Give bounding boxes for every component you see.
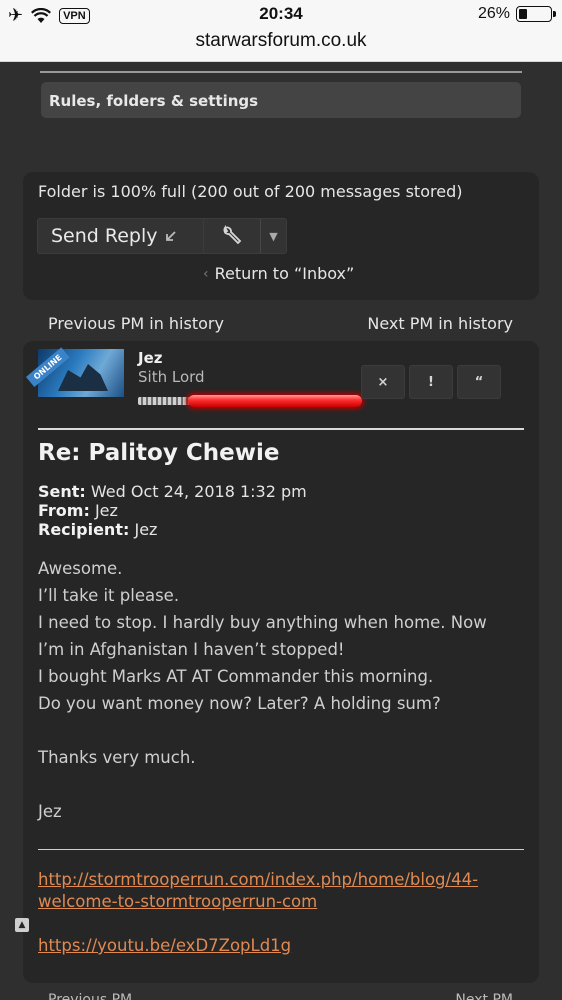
exclamation-icon: !: [428, 374, 434, 390]
body-line: Awesome.: [38, 559, 123, 578]
lightsaber-rank-image: [138, 394, 363, 408]
body-line: I bought Marks AT AT Commander this morn…: [38, 667, 434, 686]
return-to-inbox-link[interactable]: ‹ Return to “Inbox”: [203, 264, 354, 283]
from-row: From: Jez: [38, 501, 118, 520]
signature-divider: [38, 849, 524, 850]
return-label: Return to “Inbox”: [214, 264, 355, 283]
chevron-down-icon: ▼: [260, 219, 286, 253]
browser-top-bar: ✈ VPN 20:34 26% starwarsforum.co.uk: [0, 0, 562, 62]
battery-percent: 26%: [477, 5, 510, 22]
sent-value: Wed Oct 24, 2018 1:32 pm: [90, 482, 307, 501]
previous-pm-link[interactable]: Previous PM in history: [48, 314, 224, 333]
message-subject: Re: Palitoy Chewie: [38, 440, 280, 466]
next-pm-link[interactable]: Next PM in history: [367, 314, 513, 333]
recipient-value[interactable]: Jez: [134, 520, 157, 539]
send-reply-button[interactable]: Send Reply: [37, 218, 218, 254]
send-reply-label: Send Reply: [51, 225, 158, 247]
sent-row: Sent: Wed Oct 24, 2018 1:32 pm: [38, 482, 307, 501]
body-line: Thanks very much.: [38, 748, 196, 767]
body-line: I’ll take it please.: [38, 586, 180, 605]
status-bar: ✈ VPN 20:34 26%: [0, 0, 562, 30]
sent-label: Sent:: [38, 482, 86, 501]
body-line: I’m in Afghanistan I haven’t stopped!: [38, 640, 345, 659]
divider: [38, 428, 524, 430]
rules-folders-settings-bar[interactable]: Rules, folders & settings: [41, 82, 521, 118]
signature-link[interactable]: http://stormtrooperrun.com/index.php/hom…: [38, 870, 478, 889]
close-icon: ×: [377, 374, 389, 390]
quote-icon: “: [474, 374, 484, 390]
message-panel: ONLINE Jez Sith Lord × ! “ Re: Palitoy C…: [23, 341, 539, 983]
recipient-label: Recipient:: [38, 520, 130, 539]
previous-pm-bottom[interactable]: Previous PM: [48, 992, 132, 1000]
folder-panel: Folder is 100% full (200 out of 200 mess…: [23, 172, 539, 300]
wrench-icon: [223, 225, 242, 245]
body-line: Jez: [38, 802, 62, 821]
quote-button[interactable]: “: [457, 365, 501, 399]
back-to-top-icon[interactable]: ▲: [15, 918, 29, 932]
reply-arrow-icon: [165, 231, 176, 241]
divider: [40, 71, 522, 73]
body-line: Do you want money now? Later? A holding …: [38, 694, 441, 713]
signature-link[interactable]: welcome-to-stormtrooperrun-com: [38, 892, 317, 911]
delete-button[interactable]: ×: [361, 365, 405, 399]
report-button[interactable]: !: [409, 365, 453, 399]
battery-icon: [516, 6, 556, 22]
from-label: From:: [38, 501, 90, 520]
recipient-row: Recipient: Jez: [38, 520, 157, 539]
author-rank: Sith Lord: [138, 368, 205, 386]
chevron-left-icon: ‹: [203, 265, 209, 282]
body-line: I need to stop. I hardly buy anything wh…: [38, 613, 487, 632]
address-bar[interactable]: starwarsforum.co.uk: [0, 30, 562, 52]
next-pm-bottom[interactable]: Next PM: [455, 992, 513, 1000]
folder-status: Folder is 100% full (200 out of 200 mess…: [38, 182, 463, 201]
youtube-link[interactable]: https://youtu.be/exD7ZopLd1g: [38, 936, 291, 955]
author-name[interactable]: Jez: [138, 349, 163, 367]
from-value[interactable]: Jez: [95, 501, 118, 520]
tools-dropdown-button[interactable]: ▼: [203, 218, 287, 254]
